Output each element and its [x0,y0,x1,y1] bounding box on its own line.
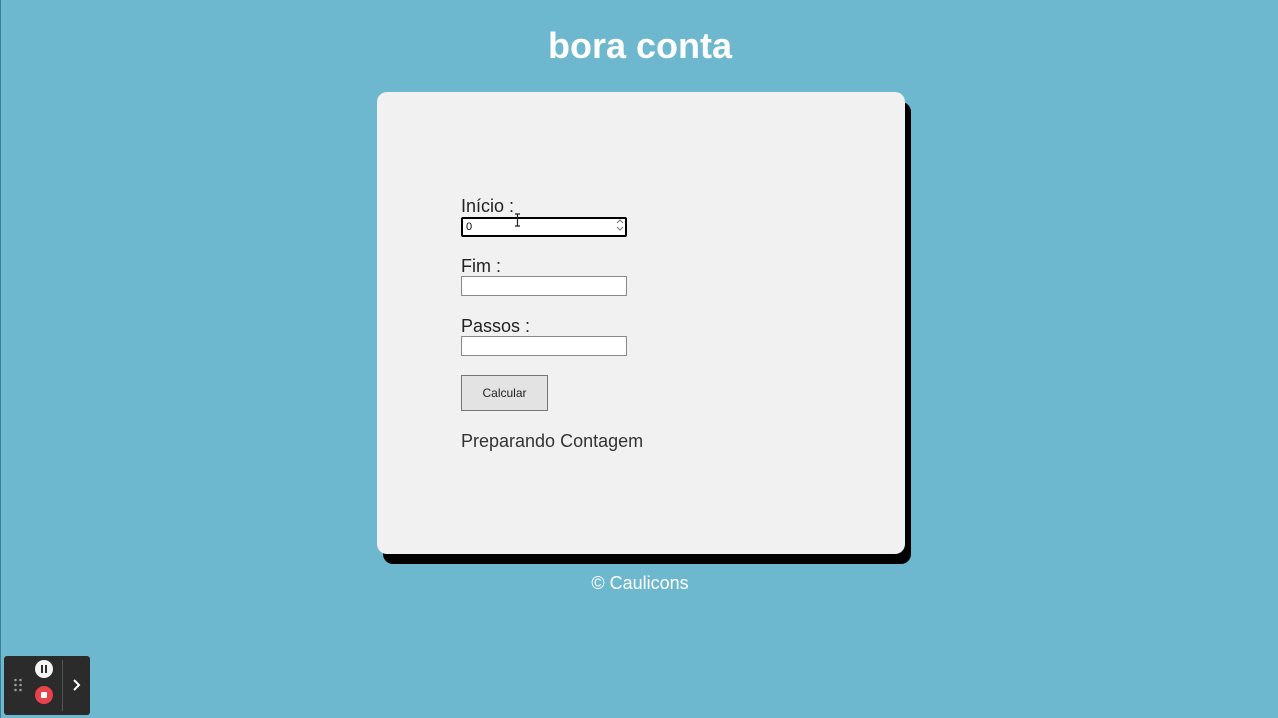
spinner-icon[interactable] [615,218,625,232]
text-cursor-icon [515,213,520,227]
grip-icon[interactable] [13,677,23,693]
fim-input[interactable] [461,276,627,296]
page-title: bora conta [547,25,733,66]
inicio-field [461,217,627,237]
spinner-arrows-icon [616,219,624,231]
toolbar-divider [62,660,63,711]
chevron-right-icon[interactable] [68,673,86,697]
calculate-button[interactable]: Calcular [461,375,548,411]
fim-field [461,276,627,296]
stop-button[interactable] [35,686,53,704]
recording-toolbar [4,656,90,715]
inicio-input[interactable] [461,217,627,237]
pause-button[interactable] [35,660,53,678]
counter-card: Início : Fim : Passos : Calcular Prepara… [377,92,905,554]
count-status: Preparando Contagem [461,431,644,451]
stop-icon [41,692,47,698]
footer-copyright: © Caulicons [591,573,689,593]
pause-icon [41,665,47,673]
inicio-label: Início : [461,196,515,216]
fim-label: Fim : [461,256,501,276]
passos-label: Passos : [461,316,531,336]
passos-input[interactable] [461,336,627,356]
passos-field [461,336,627,356]
